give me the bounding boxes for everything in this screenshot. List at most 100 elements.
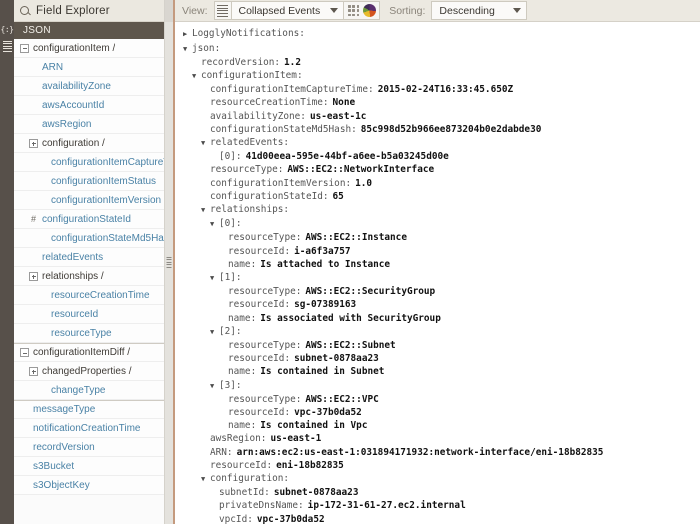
json-line[interactable]: subnetId: subnet-0878aa23 — [183, 486, 700, 499]
caret-down-icon[interactable]: ▼ — [201, 204, 210, 217]
caret-right-icon[interactable]: ▶ — [183, 28, 192, 41]
field-tree-item[interactable]: configuration / — [14, 134, 164, 153]
caret-down-icon[interactable]: ▼ — [210, 218, 219, 231]
json-line[interactable]: configurationItemCaptureTime: 2015-02-24T… — [183, 83, 700, 96]
json-line[interactable]: ▼ relationships: — [183, 203, 700, 217]
json-line[interactable]: configurationItemVersion: 1.0 — [183, 177, 700, 190]
json-section-header[interactable]: JSON — [14, 22, 164, 39]
json-line[interactable]: resourceCreationTime: None — [183, 96, 700, 109]
json-line[interactable]: ARN: arn:aws:ec2:us-east-1:031894171932:n… — [183, 446, 700, 459]
search-icon[interactable] — [18, 4, 32, 18]
field-tree-item[interactable]: configurationItemStatus — [14, 172, 164, 191]
field-tree-item[interactable]: messageType — [14, 400, 164, 419]
json-line[interactable]: configurationStateMd5Hash: 85c998d52b966e… — [183, 123, 700, 136]
expand-icon[interactable] — [29, 271, 38, 281]
list-view-icon[interactable] — [213, 1, 231, 21]
json-line[interactable]: ▶ LogglyNotifications: — [183, 27, 700, 41]
caret-down-icon[interactable]: ▼ — [210, 380, 219, 393]
field-tree-item[interactable]: s3ObjectKey — [14, 476, 164, 495]
field-tree-item-label: notificationCreationTime — [33, 422, 141, 434]
field-tree-item[interactable]: changeType — [14, 381, 164, 400]
field-tree-item[interactable]: ARN — [14, 58, 164, 77]
field-tree-item-label: s3Bucket — [33, 460, 75, 472]
field-tree-item[interactable]: configurationItem / — [14, 39, 164, 58]
json-line[interactable]: resourceId: subnet-0878aa23 — [183, 352, 700, 365]
json-key: name: — [228, 312, 257, 324]
json-line[interactable]: vpcId: vpc-37b0da52 — [183, 513, 700, 524]
panel-splitter[interactable] — [164, 0, 175, 524]
collapse-icon[interactable] — [20, 43, 29, 53]
json-line[interactable]: ▼ configuration: — [183, 472, 700, 486]
caret-down-icon[interactable]: ▼ — [201, 473, 210, 486]
json-line[interactable]: name: Is contained in Vpc — [183, 419, 700, 432]
json-line[interactable]: configurationStateId: 65 — [183, 190, 700, 203]
json-event-viewer[interactable]: ▶ LogglyNotifications: ▼ json: recordVersion… — [175, 22, 700, 524]
json-key: [0]: — [219, 218, 242, 230]
json-line[interactable]: resourceId: eni-18b82835 — [183, 459, 700, 472]
field-tree-item[interactable]: availabilityZone — [14, 77, 164, 96]
view-mode-select[interactable]: Collapsed Events — [230, 1, 345, 21]
json-line[interactable]: resourceId: vpc-37b0da52 — [183, 406, 700, 419]
field-tree-item[interactable]: configurationItemDiff / — [14, 343, 164, 362]
json-line[interactable]: ▼ [0]: — [183, 217, 700, 231]
json-line[interactable]: ▼ [2]: — [183, 325, 700, 339]
field-tree-item-label: configurationItemVersion — [51, 194, 162, 206]
field-tree-item[interactable]: configurationStateMd5Hash — [14, 229, 164, 248]
json-line[interactable]: name: Is contained in Subnet — [183, 365, 700, 378]
field-tree-item[interactable]: awsAccountId — [14, 96, 164, 115]
collapse-icon[interactable] — [20, 348, 29, 357]
field-tree-item[interactable]: notificationCreationTime — [14, 419, 164, 438]
caret-down-icon[interactable]: ▼ — [210, 326, 219, 339]
expand-icon[interactable] — [29, 366, 38, 376]
json-line[interactable]: privateDnsName: ip-172-31-61-27.ec2.inter… — [183, 499, 700, 512]
field-tree-item-label: changeType — [51, 384, 106, 396]
json-line[interactable]: ▼ [3]: — [183, 379, 700, 393]
caret-down-icon[interactable]: ▼ — [192, 70, 201, 83]
field-tree-item[interactable]: # configurationStateId — [14, 210, 164, 229]
field-tree-item[interactable]: resourceId — [14, 305, 164, 324]
json-line[interactable]: awsRegion: us-east-1 — [183, 432, 700, 445]
json-line[interactable]: resourceType: AWS::EC2::SecurityGroup — [183, 285, 700, 298]
sorting-select[interactable]: Descending — [431, 1, 528, 21]
json-line[interactable]: name: Is associated with SecurityGroup — [183, 312, 700, 325]
field-tree-item[interactable]: resourceType — [14, 324, 164, 343]
json-line[interactable]: resourceType: AWS::EC2::Subnet — [183, 339, 700, 352]
field-tree-item[interactable]: relatedEvents — [14, 248, 164, 267]
json-key: LogglyNotifications: — [192, 28, 305, 40]
json-line[interactable]: ▼ [1]: — [183, 271, 700, 285]
field-tree-item[interactable]: changedProperties / — [14, 362, 164, 381]
field-tree-item-label: awsRegion — [42, 118, 92, 130]
field-tree-item[interactable]: relationships / — [14, 267, 164, 286]
json-line[interactable]: ▼ relatedEvents: — [183, 136, 700, 150]
json-line[interactable]: recordVersion: 1.2 — [183, 56, 700, 69]
list-icon[interactable] — [0, 38, 14, 54]
json-key: resourceType: — [228, 232, 302, 244]
json-line[interactable]: ▼ configurationItem: — [183, 69, 700, 83]
caret-down-icon[interactable]: ▼ — [201, 137, 210, 150]
json-line[interactable]: resourceType: AWS::EC2::Instance — [183, 231, 700, 244]
splitter-grip[interactable] — [166, 255, 172, 269]
pie-chart-icon[interactable] — [363, 4, 377, 18]
field-tree-item[interactable]: s3Bucket — [14, 457, 164, 476]
field-tree-item-label: configuration / — [42, 137, 105, 149]
field-tree[interactable]: configurationItem / ARN availabilityZone aw… — [14, 39, 164, 524]
json-line[interactable]: resourceType: AWS::EC2::VPC — [183, 393, 700, 406]
field-tree-item[interactable]: configurationItemCaptureTime — [14, 153, 164, 172]
json-braces-icon[interactable]: {:} — [0, 22, 14, 38]
grid-view-icon[interactable] — [347, 4, 360, 17]
field-tree-item[interactable]: recordVersion — [14, 438, 164, 457]
caret-down-icon[interactable]: ▼ — [210, 272, 219, 285]
json-line[interactable]: resourceType: AWS::EC2::NetworkInterface — [183, 163, 700, 176]
json-line[interactable]: ▼ json: — [183, 42, 700, 56]
json-line[interactable]: resourceId: i-a6f3a757 — [183, 245, 700, 258]
json-line[interactable]: name: Is attached to Instance — [183, 258, 700, 271]
field-tree-item-label: configurationItemDiff / — [33, 347, 131, 358]
json-line[interactable]: resourceId: sg-07389163 — [183, 298, 700, 311]
json-line[interactable]: availabilityZone: us-east-1c — [183, 110, 700, 123]
expand-icon[interactable] — [29, 138, 38, 148]
caret-down-icon[interactable]: ▼ — [183, 43, 192, 56]
field-tree-item[interactable]: resourceCreationTime — [14, 286, 164, 305]
json-line[interactable]: [0]: 41d00eea-595e-44bf-a6ee-b5a03245d00e — [183, 150, 700, 163]
field-tree-item[interactable]: awsRegion — [14, 115, 164, 134]
field-tree-item[interactable]: configurationItemVersion — [14, 191, 164, 210]
